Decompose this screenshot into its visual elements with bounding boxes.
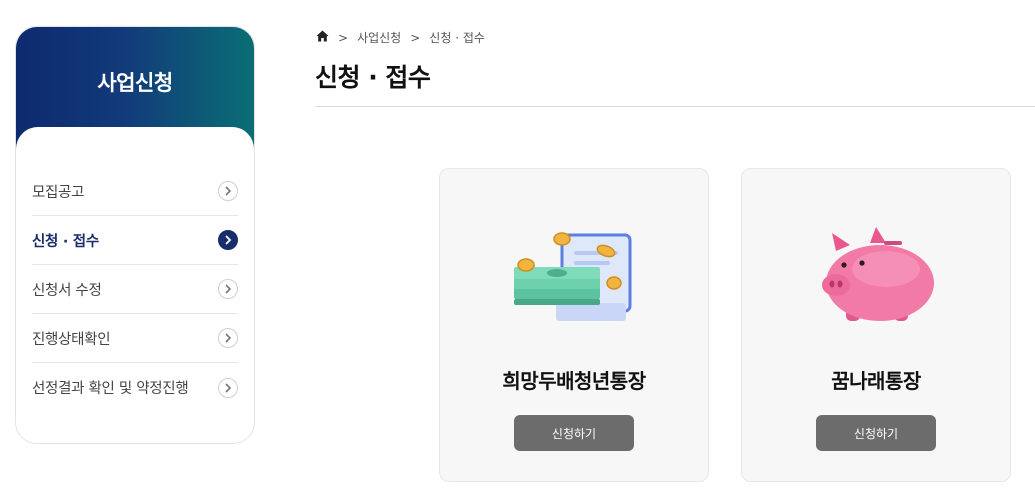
sidebar-item-label: 진행상태확인	[32, 331, 111, 348]
chevron-right-icon	[218, 377, 238, 398]
chevron-right-icon	[218, 328, 238, 348]
sidebar-menu: 모집공고 신청 · 접수 신청서 수정 진행상태확인 선정결과 확인 및 약정진…	[16, 127, 254, 443]
product-name: 희망두배청년통장	[502, 369, 646, 393]
breadcrumb-level1[interactable]: 사업신청	[357, 29, 401, 46]
sidebar-item-progress-status[interactable]: 진행상태확인	[32, 314, 238, 363]
sidebar-title: 사업신청	[97, 71, 173, 95]
product-card-hope-double: 희망두배청년통장 신청하기	[439, 168, 709, 482]
page-title: 신청 · 접수	[315, 63, 431, 92]
sidebar-item-selection-result[interactable]: 선정결과 확인 및 약정진행	[32, 363, 238, 412]
chevron-right-icon	[218, 181, 238, 201]
apply-button[interactable]: 신청하기	[816, 415, 936, 451]
sidebar-item-edit-application[interactable]: 신청서 수정	[32, 265, 238, 314]
chevron-right-icon	[218, 279, 238, 299]
sidebar: 사업신청 모집공고 신청 · 접수 신청서 수정 진행상태확인 선정결과 확인 …	[15, 26, 255, 444]
sidebar-item-recruitment-notice[interactable]: 모집공고	[32, 167, 238, 216]
sidebar-item-label: 신청서 수정	[32, 282, 102, 299]
breadcrumb-level2[interactable]: 신청 · 접수	[429, 29, 485, 46]
sidebar-item-label: 신청 · 접수	[32, 233, 99, 250]
sidebar-item-application[interactable]: 신청 · 접수	[32, 216, 238, 265]
sidebar-item-label: 선정결과 확인 및 약정진행	[32, 381, 189, 397]
breadcrumb-separator: >	[338, 30, 349, 45]
sidebar-item-label: 모집공고	[32, 184, 85, 201]
apply-button[interactable]: 신청하기	[514, 415, 634, 451]
money-bills-coins-icon	[514, 232, 632, 321]
title-divider	[315, 106, 1035, 107]
product-name: 꿈나래통장	[831, 369, 921, 393]
piggy-bank-icon	[822, 227, 934, 321]
breadcrumb-separator: >	[410, 30, 421, 45]
home-icon[interactable]	[316, 30, 329, 45]
chevron-right-icon	[218, 230, 238, 250]
breadcrumb: > 사업신청 > 신청 · 접수	[316, 29, 485, 46]
product-card-dream-wing: 꿈나래통장 신청하기	[741, 168, 1011, 482]
